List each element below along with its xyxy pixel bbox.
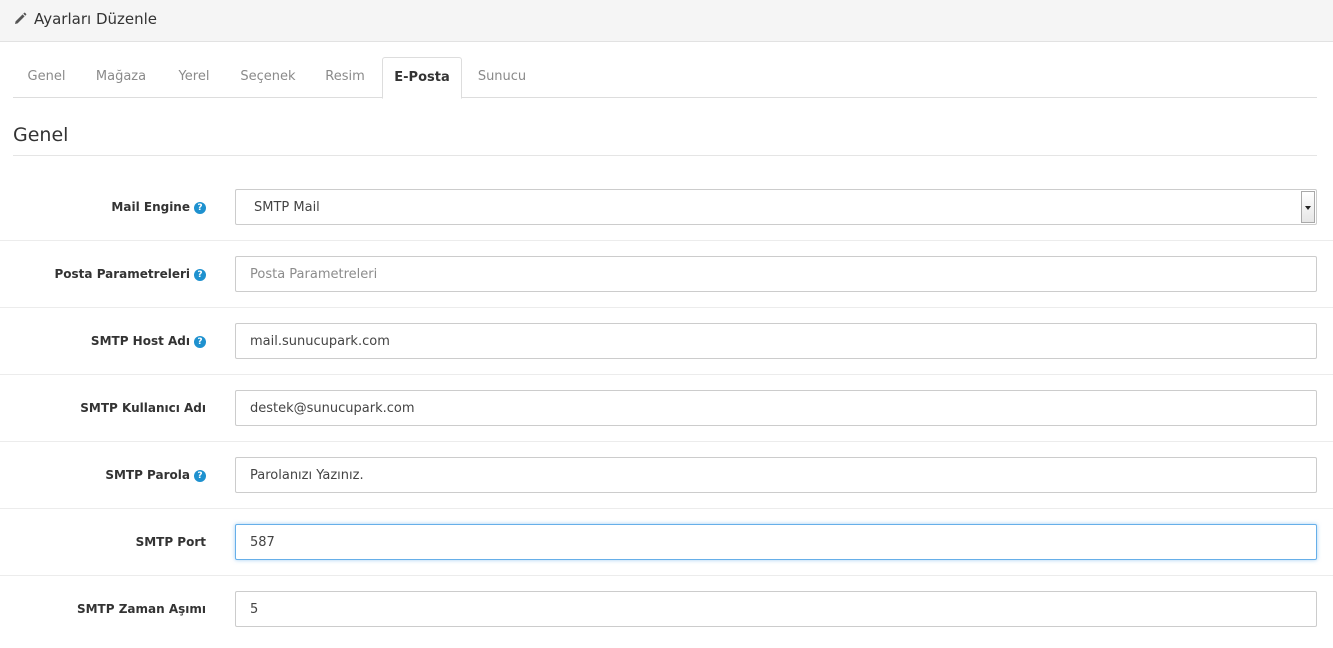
form-row-mail-parameters: Posta Parametreleri ? (0, 241, 1333, 308)
pencil-icon (15, 12, 27, 24)
smtp-password-label-text: SMTP Parola (105, 468, 190, 482)
tab-e-posta[interactable]: E-Posta (382, 57, 462, 99)
tab-resim[interactable]: Resim (311, 57, 379, 98)
form-row-smtp-timeout: SMTP Zaman Aşımı (0, 576, 1333, 643)
legend-divider (13, 155, 1317, 156)
smtp-password-label: SMTP Parola ? (105, 442, 206, 509)
smtp-host-input[interactable] (235, 323, 1317, 359)
smtp-port-label: SMTP Port (136, 509, 206, 576)
tab-magaza[interactable]: Mağaza (85, 57, 157, 98)
smtp-host-label-text: SMTP Host Adı (90, 334, 190, 348)
help-icon[interactable]: ? (194, 201, 206, 214)
mail-engine-selected-value: SMTP Mail (254, 200, 320, 215)
smtp-timeout-label: SMTP Zaman Aşımı (77, 576, 206, 643)
smtp-host-label: SMTP Host Adı ? (91, 308, 206, 375)
tab-yerel[interactable]: Yerel (163, 57, 225, 98)
form-row-smtp-username: SMTP Kullanıcı Adı (0, 375, 1333, 442)
help-icon[interactable]: ? (194, 469, 206, 482)
panel-heading: Ayarları Düzenle (0, 0, 1333, 42)
mail-engine-label: Mail Engine ? (111, 174, 206, 241)
mail-parameters-label-text: Posta Parametreleri (54, 267, 191, 281)
smtp-password-input[interactable] (235, 457, 1317, 493)
tab-secenek[interactable]: Seçenek (232, 57, 304, 98)
mail-parameters-input[interactable] (235, 256, 1317, 292)
smtp-port-label-text: SMTP Port (135, 535, 206, 549)
form-row-smtp-port: SMTP Port (0, 509, 1333, 576)
chevron-down-icon[interactable] (1301, 191, 1315, 223)
mail-parameters-label: Posta Parametreleri ? (54, 241, 206, 308)
smtp-timeout-input[interactable] (235, 591, 1317, 627)
tab-bar: Genel Mağaza Yerel Seçenek Resim E-Posta… (13, 57, 1317, 99)
form-row-mail-engine: Mail Engine ? SMTP Mail (0, 174, 1333, 241)
smtp-timeout-label-text: SMTP Zaman Aşımı (76, 602, 206, 616)
smtp-port-input[interactable] (235, 524, 1317, 560)
form-row-smtp-password: SMTP Parola ? (0, 442, 1333, 509)
smtp-username-label-text: SMTP Kullanıcı Adı (80, 401, 206, 415)
section-legend: Genel (13, 124, 69, 146)
smtp-username-label: SMTP Kullanıcı Adı (80, 375, 206, 442)
form-row-smtp-host: SMTP Host Adı ? (0, 308, 1333, 375)
mail-engine-label-text: Mail Engine (111, 200, 190, 214)
tab-sunucu[interactable]: Sunucu (467, 57, 537, 98)
mail-engine-select[interactable]: SMTP Mail (235, 189, 1317, 225)
help-icon[interactable]: ? (194, 268, 206, 281)
smtp-username-input[interactable] (235, 390, 1317, 426)
help-icon[interactable]: ? (194, 335, 206, 348)
tab-genel[interactable]: Genel (13, 57, 80, 98)
page-title: Ayarları Düzenle (34, 10, 158, 28)
